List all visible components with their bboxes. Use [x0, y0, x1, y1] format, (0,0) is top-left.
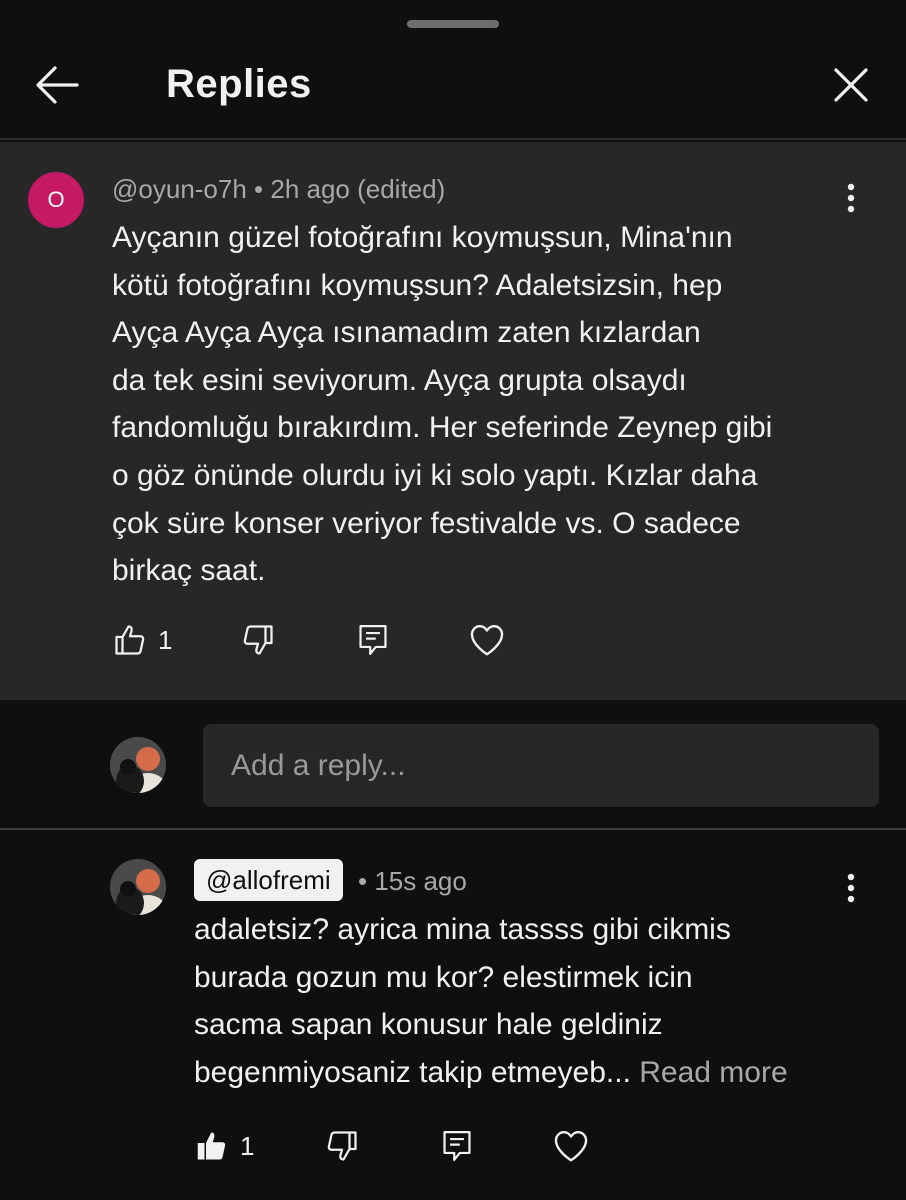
reply-button[interactable]	[440, 1128, 474, 1164]
comment-line: fandomluğu bırakırdım. Her seferinde Zey…	[112, 411, 773, 445]
comment-line: Ayçanın güzel fotoğrafını koymuşsun, Min…	[112, 221, 733, 254]
dislike-button[interactable]	[240, 622, 276, 658]
like-count: 1	[240, 1130, 255, 1161]
thumbs-up-filled-icon	[197, 1132, 226, 1160]
close-icon	[834, 68, 868, 102]
comment-actions: 1	[112, 622, 532, 670]
parent-comment: O @oyun-o7h • 2h ago (edited) Ayçanın gü…	[0, 142, 906, 700]
heart-button[interactable]	[552, 1128, 590, 1164]
comment-icon	[359, 625, 387, 655]
comment-menu-button[interactable]	[836, 866, 866, 910]
comment-text: Ayçanın güzel fotoğrafını koymuşsun, Min…	[112, 214, 772, 595]
add-reply-row: Add a reply...	[0, 700, 906, 830]
reply-comment: @allofremi • 15s ago adaletsiz? ayrica m…	[0, 832, 906, 1200]
replies-header: Replies	[0, 0, 906, 140]
avatar[interactable]: O	[28, 172, 84, 228]
like-button[interactable]: 1	[194, 1128, 254, 1164]
comment-line: burada gozun mu kor? elestirmek icin	[194, 960, 693, 994]
avatar[interactable]	[110, 859, 166, 915]
truncated-line: begenmiyosaniz takip etmeyeb...	[194, 1055, 631, 1089]
comment-menu-button[interactable]	[836, 176, 866, 220]
author-handle[interactable]: @allofremi	[194, 859, 343, 901]
heart-icon	[470, 625, 504, 656]
comment-line: çok süre konser veriyor festivalde vs. O…	[112, 506, 741, 540]
page-title: Replies	[166, 62, 312, 106]
comment-line: begenmiyosaniz takip etmeyeb... Read mor…	[194, 1049, 788, 1097]
read-more-link[interactable]: Read more	[639, 1056, 787, 1089]
comment-line: sacma sapan konusur hale geldiniz	[194, 1008, 663, 1042]
dislike-button[interactable]	[324, 1128, 360, 1164]
thumbs-down-icon	[243, 625, 273, 655]
comment-line: Ayça Ayça Ayça ısınamadım zaten kızlarda…	[112, 316, 701, 350]
comment-line: da tek esini seviyorum. Ayça grupta olsa…	[112, 363, 687, 397]
comment-line: adaletsiz? ayrica mina tassss gibi cikmi…	[194, 913, 731, 946]
comment-line: birkaç saat.	[112, 554, 266, 588]
reply-button[interactable]	[356, 622, 390, 658]
user-photo-icon	[110, 859, 166, 915]
user-photo-icon	[110, 737, 166, 793]
heart-button[interactable]	[468, 622, 506, 658]
comment-text: adaletsiz? ayrica mina tassss gibi cikmi…	[194, 906, 788, 1096]
reply-input[interactable]: Add a reply...	[203, 724, 879, 807]
like-count: 1	[158, 624, 173, 655]
more-vertical-icon	[847, 873, 855, 903]
comment-actions: 1	[194, 1128, 614, 1176]
comment-meta: @oyun-o7h • 2h ago (edited)	[112, 174, 446, 204]
avatar[interactable]	[110, 737, 166, 793]
heart-icon	[554, 1131, 588, 1162]
arrow-left-icon	[36, 66, 79, 104]
comment-icon	[443, 1131, 471, 1161]
comment-line: o göz önünde olurdu iyi ki solo yaptı. K…	[112, 458, 758, 492]
back-button[interactable]	[30, 60, 84, 110]
thumbs-up-icon	[115, 625, 145, 655]
like-button[interactable]: 1	[112, 622, 172, 658]
comment-line: kötü fotoğrafını koymuşsun? Adaletsizsin…	[112, 268, 723, 302]
close-button[interactable]	[826, 60, 876, 110]
thumbs-down-icon	[327, 1131, 357, 1161]
more-vertical-icon	[847, 183, 855, 213]
reply-timestamp: • 15s ago	[358, 866, 467, 896]
